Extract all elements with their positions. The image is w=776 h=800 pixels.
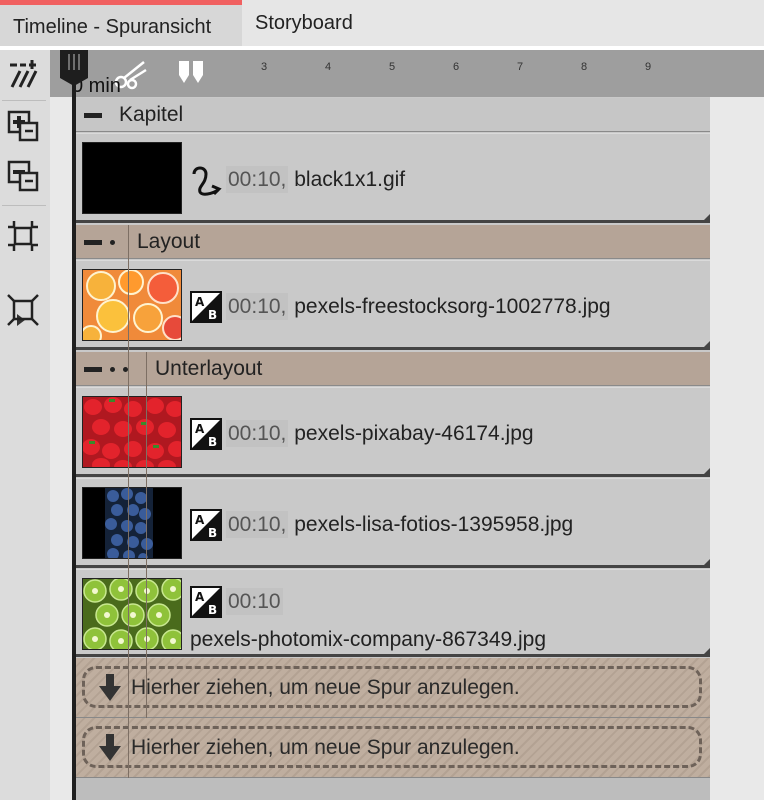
drop-zone-label: Hierher ziehen, um neue Spur anzulegen. (131, 676, 520, 699)
clip-row[interactable]: A B 00:10, pexels-lisa-fotios-1395958.jp… (76, 478, 710, 568)
ruler-number: 9 (645, 61, 652, 73)
clip-thumbnail (82, 396, 182, 468)
clip-row[interactable]: A B 00:10, pexels-pixabay-46174.jpg (76, 387, 710, 477)
chapter-label: Unterlayout (155, 357, 263, 380)
svg-text:A: A (195, 513, 205, 527)
chapter-kapitel[interactable]: Kapitel (76, 98, 710, 132)
ab-transition-icon[interactable]: A B (190, 418, 222, 450)
clip-duration: 00:10, (226, 420, 289, 447)
svg-text:A: A (195, 590, 205, 604)
ab-transition-icon[interactable]: A B (190, 586, 222, 618)
clip-thumbnail (82, 142, 182, 214)
clip-info: 00:10, black1x1.gif (226, 166, 406, 193)
clip-thumbnail (82, 578, 182, 650)
clip-corner (704, 214, 710, 220)
ab-transition-icon[interactable]: A B (190, 509, 222, 541)
clip-corner (704, 468, 710, 474)
chapter-collapse-button[interactable] (76, 352, 128, 386)
drop-zone-label: Hierher ziehen, um neue Spur anzulegen. (131, 736, 520, 759)
clip-row[interactable]: A B 00:10 pexels-photomix-company-867349… (76, 569, 710, 657)
chapter-collapse-button[interactable] (76, 98, 102, 132)
clip-thumbnail (82, 487, 182, 559)
clip-row[interactable]: 00:10, black1x1.gif (76, 133, 710, 223)
ruler-number: 4 (325, 61, 332, 73)
minus-icon (84, 239, 102, 245)
clip-row[interactable]: A B 00:10, pexels-freestocksorg-1002778.… (76, 260, 710, 350)
clip-duration-row: 00:10 (226, 588, 283, 615)
tab-bar: Timeline - Spuransicht Storyboard (0, 0, 776, 46)
clip-duration: 00:10, (226, 293, 289, 320)
remove-track-icon[interactable] (3, 156, 43, 196)
drop-zone-frame: Hierher ziehen, um neue Spur anzulegen. (82, 726, 702, 768)
svg-text:A: A (195, 295, 205, 309)
svg-text:B: B (208, 435, 217, 449)
layout-guide-line (128, 225, 129, 778)
clip-thumbnail (82, 269, 182, 341)
expand-all-icon[interactable] (3, 290, 43, 330)
svg-text:B: B (208, 526, 217, 540)
curve-transition-icon[interactable] (190, 164, 222, 196)
playhead-handle[interactable] (58, 48, 90, 88)
chapter-collapse-button[interactable] (76, 225, 115, 259)
marker-icon[interactable] (176, 59, 206, 85)
clip-filename: pexels-lisa-fotios-1395958.jpg (294, 513, 574, 536)
toolbar-divider (2, 205, 46, 206)
clip-info: 00:10, pexels-freestocksorg-1002778.jpg (226, 293, 611, 320)
clip-duration: 00:10, (226, 166, 289, 193)
playhead-line[interactable] (72, 80, 76, 800)
arrow-down-icon (99, 734, 121, 761)
tab-timeline[interactable]: Timeline - Spuransicht (0, 0, 242, 46)
clip-filename: black1x1.gif (294, 168, 406, 191)
drop-zone[interactable]: Hierher ziehen, um neue Spur anzulegen. (76, 658, 710, 718)
tracks-toggle-icon[interactable] (3, 54, 43, 94)
clip-duration: 00:10 (226, 588, 283, 615)
ruler-number: 8 (581, 61, 588, 73)
tab-storyboard[interactable]: Storyboard (242, 0, 382, 46)
left-toolbar (0, 50, 50, 800)
minus-icon (84, 366, 102, 372)
clip-corner (704, 648, 710, 654)
chapter-label: Layout (137, 230, 201, 253)
level-dot-icon (110, 366, 115, 372)
collapse-all-icon[interactable] (3, 216, 43, 256)
svg-text:A: A (195, 422, 205, 436)
svg-text:B: B (208, 603, 217, 617)
clip-corner (704, 341, 710, 347)
level-dot-icon (110, 239, 115, 245)
track-area-right-pad (710, 97, 764, 800)
chapter-label: Kapitel (119, 103, 184, 126)
clip-duration: 00:10, (226, 511, 289, 538)
clip-filename: pexels-pixabay-46174.jpg (294, 422, 534, 445)
time-ruler[interactable]: 0 min 3 4 5 6 7 8 9 (50, 50, 764, 97)
minus-icon (84, 112, 102, 118)
layout-guide-line (146, 352, 147, 718)
ruler-number: 5 (389, 61, 396, 73)
ruler-number: 3 (261, 61, 268, 73)
chapter-unterlayout[interactable]: Unterlayout (76, 352, 710, 386)
clip-info: 00:10, pexels-lisa-fotios-1395958.jpg (226, 511, 574, 538)
track-area-bottom (76, 778, 710, 800)
clip-corner (704, 559, 710, 565)
ruler-number: 7 (517, 61, 524, 73)
window-edge (764, 0, 776, 800)
svg-text:B: B (208, 308, 217, 322)
clip-filename: pexels-freestocksorg-1002778.jpg (294, 295, 611, 318)
chapter-layout[interactable]: Layout (76, 225, 710, 259)
drop-zone[interactable]: Hierher ziehen, um neue Spur anzulegen. (76, 718, 710, 778)
ruler-number: 6 (453, 61, 460, 73)
toolbar-divider (2, 100, 46, 101)
ab-transition-icon[interactable]: A B (190, 291, 222, 323)
add-track-icon[interactable] (3, 106, 43, 146)
arrow-down-icon (99, 674, 121, 701)
drop-zone-frame: Hierher ziehen, um neue Spur anzulegen. (82, 666, 702, 708)
clip-info: 00:10, pexels-pixabay-46174.jpg (226, 420, 534, 447)
clip-filename: pexels-photomix-company-867349.jpg (190, 628, 547, 651)
